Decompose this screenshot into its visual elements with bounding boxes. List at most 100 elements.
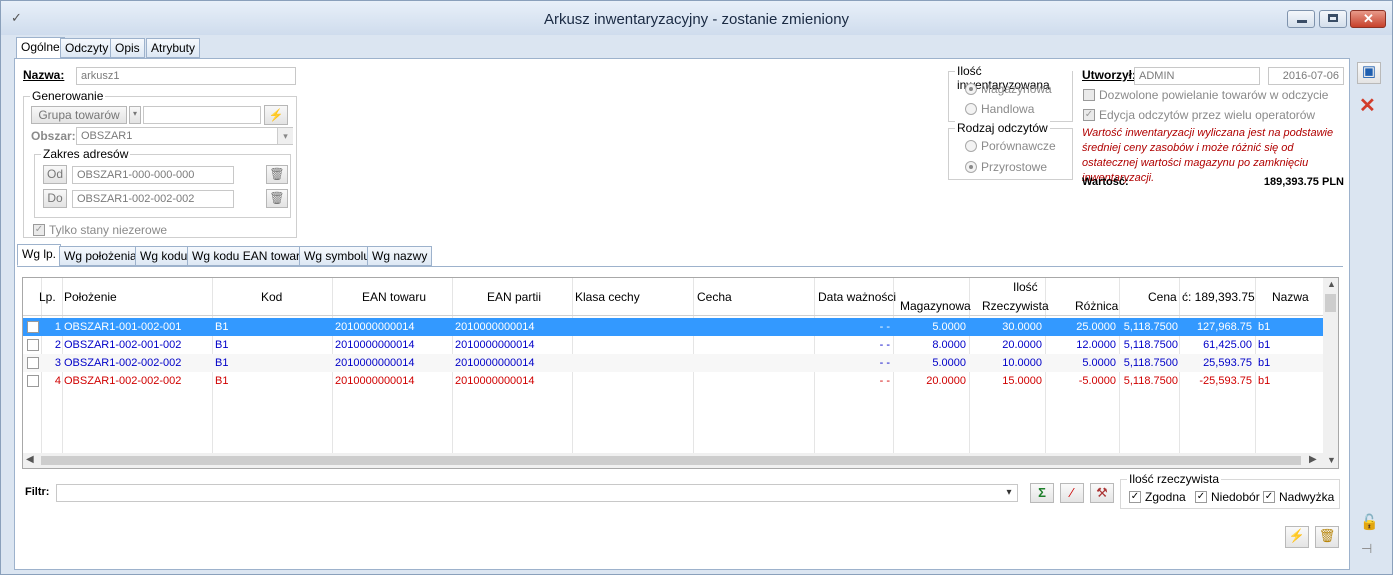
table-row[interactable]: 4 OBSZAR1-002-002-002 B1 2010000000014 20100… [23,372,1323,390]
do-button[interactable]: Do [43,189,67,208]
col-magazynowa[interactable]: Magazynowa [900,299,971,313]
tylko-checkbox[interactable]: ✓ [33,224,45,236]
edycja-label: Edycja odczytów przez wielu operatorów [1099,108,1316,122]
unlock-icon[interactable]: 🔓 [1360,513,1379,531]
nadwyzka-checkbox[interactable]: ✓ [1263,491,1275,503]
cancel-icon[interactable]: ✕ [1359,93,1376,118]
magazynowa-radio[interactable] [965,83,977,95]
col-roznica[interactable]: Różnica [1075,299,1118,313]
cell-data: - - [879,357,890,369]
col-rzeczywista[interactable]: Rzeczywista [982,299,1049,313]
trash-icon[interactable]: 🗑 [266,165,288,184]
obszar-select[interactable]: OBSZAR1 [76,127,293,145]
nazwa-input[interactable]: arkusz1 [76,67,296,85]
cell-lp: 1 [54,321,61,333]
trash-icon[interactable]: 🗑 [1315,526,1339,548]
col-ean[interactable]: EAN towaru [362,290,426,304]
table-row[interactable]: 3 OBSZAR1-002-002-002 B1 2010000000014 20100… [23,354,1323,372]
cell-ean_partii: 2010000000014 [455,375,535,387]
scroll-up-icon[interactable]: ▲ [1327,279,1336,289]
sum-icon[interactable]: Σ [1030,483,1054,503]
obszar-label: Obszar: [31,129,76,143]
niedobor-checkbox[interactable]: ✓ [1195,491,1207,503]
cell-mag: 20.0000 [926,375,966,387]
cell-ean_partii: 2010000000014 [455,339,535,351]
lightning-icon[interactable]: ⚡ [264,105,288,125]
grupa-towarow-button[interactable]: Grupa towarów [31,106,127,124]
od-input[interactable]: OBSZAR1-000-000-000 [72,166,234,184]
vertical-scrollbar[interactable]: ▲ ▼ [1323,278,1338,468]
generate-icon[interactable]: ⚡ [1285,526,1309,548]
cell-polozenie: OBSZAR1-002-002-002 [64,375,182,387]
subtab-wg-kodu[interactable]: Wg kodu [135,246,193,266]
minimize-button[interactable] [1287,10,1315,28]
scroll-right-icon[interactable]: ▶ [1309,454,1317,465]
col-nazwa[interactable]: Nazwa [1272,290,1309,304]
maximize-button[interactable] [1319,10,1347,28]
h-scroll-thumb[interactable] [41,456,1301,465]
row-checkbox[interactable] [27,321,39,333]
chevron-down-icon[interactable]: ▾ [277,128,293,144]
chevron-down-icon[interactable]: ▾ [1001,485,1017,501]
od-button[interactable]: Od [43,165,67,184]
trash-icon[interactable]: 🗑 [266,189,288,208]
handlowa-label: Handlowa [981,102,1035,116]
tab-odczyty[interactable]: Odczyty [60,38,114,58]
porownawcze-radio[interactable] [965,140,977,152]
col-klasa[interactable]: Klasa cechy [575,290,640,304]
col-ean-partii[interactable]: EAN partii [487,290,541,304]
dozwolone-checkbox[interactable] [1083,89,1095,101]
cell-nazwa: b1 [1258,321,1271,333]
cell-data: - - [879,339,890,351]
col-cecha[interactable]: Cecha [697,290,732,304]
subtab-wg-nazwy[interactable]: Wg nazwy [367,246,433,266]
col-wartosc[interactable]: ć: 189,393.75 [1182,290,1255,304]
table-row[interactable]: 2 OBSZAR1-002-001-002 B1 2010000000014 20100… [23,336,1323,354]
horizontal-scrollbar[interactable]: ◀ ▶ [23,453,1323,468]
subtab-wg-symbolu[interactable]: Wg symbolu [299,246,376,266]
tab-ogolne[interactable]: Ogólne [16,37,65,59]
row-checkbox[interactable] [27,375,39,387]
col-kod[interactable]: Kod [261,290,282,304]
data-grid[interactable]: Lp. Położenie Kod EAN towaru EAN partii … [22,277,1339,469]
cell-nazwa: b1 [1258,339,1271,351]
tab-opis[interactable]: Opis [110,38,145,58]
grupa-input[interactable] [143,106,261,124]
grupa-dropdown-icon[interactable]: ▾ [129,106,141,124]
col-cena[interactable]: Cena [1148,290,1177,304]
row-checkbox[interactable] [27,357,39,369]
cell-kod: B1 [215,321,229,333]
date-input[interactable]: 2016-07-06 [1268,67,1344,85]
pin-icon[interactable]: ⊣ [1361,541,1372,557]
subtab-wg-lp[interactable]: Wg lp. [17,244,62,266]
row-checkbox[interactable] [27,339,39,351]
clear-filter-icon[interactable]: ⁄ [1060,483,1084,503]
col-lp[interactable]: Lp. [39,290,56,304]
close-button[interactable]: ✕ [1350,10,1386,28]
col-polozenie[interactable]: Położenie [64,290,117,304]
porownawcze-label: Porównawcze [981,139,1056,153]
cell-mag: 8.0000 [932,339,966,351]
save-icon[interactable]: ▣ [1357,62,1381,84]
tab-atrybuty[interactable]: Atrybuty [146,38,201,58]
przyrostowe-radio[interactable] [965,161,977,173]
subtab-wg-polozenia[interactable]: Wg położenia [59,246,142,266]
scroll-down-icon[interactable]: ▼ [1327,455,1336,465]
cell-polozenie: OBSZAR1-002-002-002 [64,357,182,369]
filter-input[interactable] [56,484,1018,502]
rodzaj-legend: Rodzaj odczytów [955,121,1050,135]
zgodna-checkbox[interactable]: ✓ [1129,491,1141,503]
cell-roz: 25.0000 [1076,321,1116,333]
subtab-wg-kodu-ean[interactable]: Wg kodu EAN towaru [187,246,312,266]
do-input[interactable]: OBSZAR1-002-002-002 [72,190,234,208]
wrench-icon[interactable]: ⚒ [1090,483,1114,503]
scroll-left-icon[interactable]: ◀ [26,454,34,465]
scroll-thumb[interactable] [1325,294,1336,312]
utworzyl-input[interactable]: ADMIN [1134,67,1260,85]
col-data[interactable]: Data ważności [818,290,896,304]
table-row[interactable]: 1 OBSZAR1-001-002-001 B1 2010000000014 20100… [23,318,1323,336]
handlowa-radio[interactable] [965,103,977,115]
edycja-checkbox[interactable]: ✓ [1083,109,1095,121]
cell-lp: 3 [54,357,61,369]
subtab-divider [17,266,1343,267]
